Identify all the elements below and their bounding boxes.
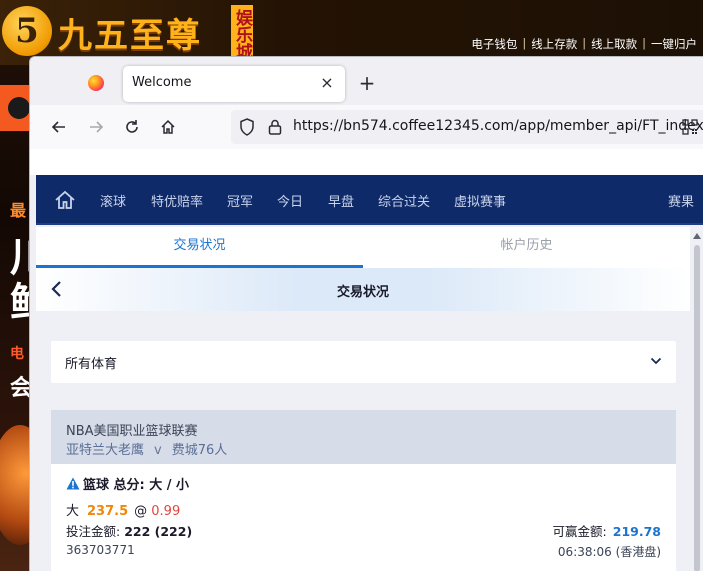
link-online-withdraw[interactable]: 线上取款 (591, 36, 637, 52)
page-title: 交易状况 (336, 285, 389, 300)
content-top-gap (30, 149, 703, 175)
win-label: 可赢金额: (552, 524, 607, 539)
stake-label: 投注金额: (66, 524, 121, 539)
home-button[interactable] (153, 112, 183, 142)
page-viewport: 滚球 特优赔率 冠军 今日 早盘 综合过关 虚拟赛事 赛果 交易状况 帐户历史 … (36, 175, 703, 571)
casino-logo-badge: 娱乐城 (231, 5, 253, 63)
link-separator: | (522, 36, 527, 50)
new-tab-button[interactable]: + (355, 70, 379, 96)
nav-item-parlay[interactable]: 综合过关 (378, 191, 430, 210)
reload-button[interactable] (117, 112, 147, 142)
nav-item-early[interactable]: 早盘 (328, 191, 354, 210)
nav-item-champion[interactable]: 冠军 (227, 191, 253, 210)
home-team: 亚特兰大老鹰 (66, 443, 145, 458)
url-text[interactable]: https://bn574.coffee12345.com/app/member… (293, 118, 703, 134)
close-icon[interactable]: × (317, 72, 337, 94)
link-one-click-transfer[interactable]: 一键归户 (651, 36, 697, 52)
selection-label: 大 (66, 504, 80, 519)
casino-top-links: 电子钱包 | 线上存款 | 线上取款 | 一键归户 (471, 36, 697, 52)
bet-time: 06:38:06 (香港盘) (557, 545, 661, 559)
sport-filter-value: 所有体育 (65, 357, 118, 372)
nav-item-live[interactable]: 滚球 (100, 191, 126, 210)
potential-win: 可赢金额: 219.78 (553, 521, 661, 540)
handicap-value: 237.5 (87, 504, 129, 519)
home-icon (161, 119, 175, 134)
warning-icon (66, 477, 80, 490)
away-team: 费城76人 (171, 443, 228, 458)
win-value: 219.78 (612, 524, 661, 539)
forward-button[interactable] (81, 112, 111, 142)
browser-tab[interactable]: Welcome × (123, 66, 345, 102)
shield-icon[interactable] (237, 117, 257, 137)
link-e-wallet[interactable]: 电子钱包 (471, 36, 517, 52)
tab-title: Welcome (132, 75, 192, 90)
page-title-bar: 交易状况 (36, 268, 690, 311)
scroll-up-icon[interactable] (693, 233, 701, 239)
link-online-deposit[interactable]: 线上存款 (531, 36, 577, 52)
site-nav: 滚球 特优赔率 冠军 今日 早盘 综合过关 虚拟赛事 赛果 (36, 175, 703, 225)
bet-card: NBA美国职业篮球联赛 亚特兰大老鹰 v 费城76人 篮球 总分: 大 / 小 大2… (51, 410, 676, 571)
ticket-id: 363703771 (66, 543, 135, 557)
casino-logo-text: 九五至尊 (58, 16, 202, 56)
firefox-icon[interactable] (88, 75, 104, 91)
nav-item-results[interactable]: 赛果 (668, 191, 694, 210)
url-bar[interactable]: https://bn574.coffee12345.com/app/member… (231, 110, 703, 144)
casino-logo-icon: 5 (2, 6, 52, 56)
bet-type-text: 篮球 总分: 大 / 小 (83, 478, 190, 493)
scrollbar[interactable] (690, 227, 703, 571)
match-teams: 亚特兰大老鹰 v 费城76人 (66, 439, 227, 458)
lock-icon[interactable] (265, 117, 285, 137)
reload-icon (126, 120, 138, 133)
scrollbar-thumb[interactable] (694, 245, 700, 571)
chevron-down-icon (650, 357, 662, 365)
stake-amount: 投注金额: 222 (222) (66, 521, 192, 540)
bet-card-header: NBA美国职业篮球联赛 亚特兰大老鹰 v 费城76人 (51, 410, 676, 464)
qr-code-icon[interactable] (682, 119, 698, 135)
tab-account-history[interactable]: 帐户历史 (363, 227, 690, 268)
browser-navbar: https://bn574.coffee12345.com/app/member… (30, 105, 703, 149)
at-symbol: @ (134, 504, 148, 519)
stake-value: 222 (222) (124, 524, 193, 539)
tab-transaction-status[interactable]: 交易状况 (36, 227, 363, 268)
side-text: 最 (10, 201, 27, 220)
link-separator: | (642, 36, 646, 50)
nav-item-special-odds[interactable]: 特优赔率 (151, 191, 203, 210)
home-icon[interactable] (54, 190, 76, 210)
arrow-right-icon (90, 121, 104, 133)
nav-item-today[interactable]: 今日 (277, 191, 303, 210)
link-separator: | (582, 36, 587, 50)
odds-value: 0.99 (151, 504, 181, 519)
league-name: NBA美国职业篮球联赛 (66, 424, 198, 439)
arrow-left-icon (51, 121, 65, 133)
sub-tabs: 交易状况 帐户历史 (36, 227, 690, 268)
browser-window: Welcome × + https://bn574.coffee12345.co… (29, 56, 703, 571)
sport-filter-dropdown[interactable]: 所有体育 (51, 341, 676, 383)
tab-strip: Welcome × + (30, 57, 703, 105)
bet-selection: 大 237.5 @ 0.99 (66, 500, 180, 519)
side-text: 电 (10, 346, 24, 362)
vs-label: v (154, 443, 162, 458)
back-button[interactable] (44, 112, 74, 142)
bet-type: 篮球 总分: 大 / 小 (66, 474, 189, 493)
nav-item-virtual[interactable]: 虚拟赛事 (454, 191, 506, 210)
